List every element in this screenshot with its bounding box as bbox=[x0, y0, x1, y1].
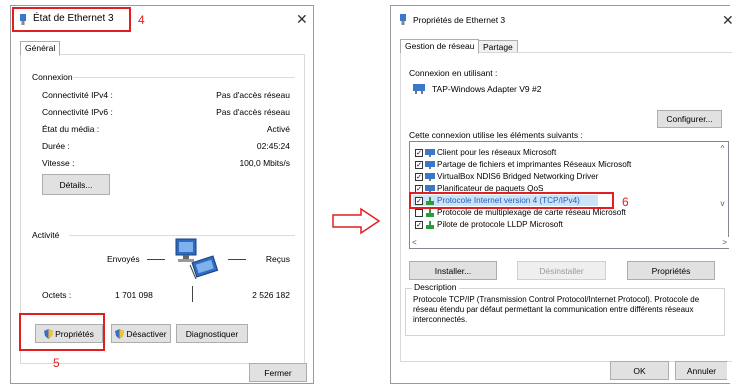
tab-general[interactable]: Général bbox=[20, 41, 61, 56]
divider bbox=[192, 286, 193, 302]
list-item[interactable]: ✓ Client pour les réseaux Microsoft bbox=[415, 147, 556, 158]
bytes-received-value: 2 526 182 bbox=[252, 290, 290, 300]
speed-value: 100,0 Mbits/s bbox=[239, 158, 290, 168]
diagnose-button[interactable]: Diagnostiquer bbox=[176, 324, 248, 343]
disable-button-label: Désactiver bbox=[126, 328, 167, 339]
callout-box-title bbox=[12, 7, 131, 32]
adapter-name: TAP-Windows Adapter V9 #2 bbox=[432, 84, 542, 94]
title-bar: Propriétés de Ethernet 3 ✕ bbox=[391, 6, 734, 32]
ethernet-properties-dialog: Propriétés de Ethernet 3 ✕ Gestion de ré… bbox=[390, 5, 734, 384]
details-button[interactable]: Détails... bbox=[42, 174, 110, 195]
sent-line bbox=[147, 259, 165, 260]
scroll-down-icon[interactable]: v bbox=[717, 199, 728, 208]
network-computers-icon bbox=[175, 238, 219, 280]
network-service-icon bbox=[425, 172, 435, 181]
media-state-label: État du média : bbox=[42, 124, 100, 134]
checkbox[interactable]: ✓ bbox=[415, 172, 423, 181]
protocol-icon bbox=[426, 208, 434, 217]
divider bbox=[69, 235, 295, 236]
ethernet-status-dialog: État de Ethernet 3 ✕ 4 Général Connexion… bbox=[10, 5, 314, 384]
network-adapter-icon bbox=[413, 84, 425, 94]
install-button[interactable]: Installer... bbox=[409, 261, 497, 280]
dialog-title: Propriétés de Ethernet 3 bbox=[413, 15, 506, 25]
items-label: Cette connexion utilise les éléments sui… bbox=[409, 130, 583, 140]
arrow-right-icon bbox=[332, 207, 381, 235]
checkbox[interactable]: ✓ bbox=[415, 148, 423, 157]
close-button[interactable]: Fermer bbox=[249, 363, 307, 382]
ok-button[interactable]: OK bbox=[610, 361, 669, 380]
checkbox[interactable]: ✓ bbox=[415, 220, 423, 229]
section-connexion: Connexion bbox=[32, 72, 73, 82]
ipv4-value: Pas d'accès réseau bbox=[216, 90, 290, 100]
description-title: Description bbox=[412, 282, 459, 292]
callout-box-properties bbox=[19, 313, 105, 351]
divider bbox=[73, 77, 295, 78]
network-service-icon bbox=[425, 160, 435, 169]
ipv6-value: Pas d'accès réseau bbox=[216, 107, 290, 117]
scroll-left-icon[interactable]: < bbox=[412, 238, 417, 247]
bytes-label: Octets : bbox=[42, 290, 72, 300]
list-item[interactable]: ✓ VirtualBox NDIS6 Bridged Networking Dr… bbox=[415, 171, 598, 182]
network-client-icon bbox=[425, 148, 435, 157]
scroll-up-icon[interactable]: ^ bbox=[717, 144, 728, 153]
properties-button[interactable]: Propriétés bbox=[627, 261, 715, 280]
callout-number: 5 bbox=[53, 356, 60, 370]
uninstall-button: Désinstaller bbox=[517, 261, 606, 280]
callout-box-ipv4 bbox=[409, 192, 614, 209]
protocol-icon bbox=[426, 220, 434, 229]
close-icon[interactable]: ✕ bbox=[722, 12, 734, 29]
section-activite: Activité bbox=[32, 230, 60, 240]
media-state-value: Activé bbox=[266, 124, 290, 134]
ipv6-label: Connectivité IPv6 : bbox=[42, 107, 113, 117]
tab-network[interactable]: Gestion de réseau bbox=[400, 39, 480, 54]
scroll-right-icon[interactable]: > bbox=[722, 238, 727, 247]
sent-label: Envoyés bbox=[107, 254, 140, 264]
checkbox[interactable]: ✓ bbox=[415, 160, 423, 169]
list-item[interactable]: ✓ Partage de fichiers et imprimantes Rés… bbox=[415, 159, 631, 170]
ipv4-label: Connectivité IPv4 : bbox=[42, 90, 113, 100]
configure-button[interactable]: Configurer... bbox=[657, 110, 722, 128]
description-text: Protocole TCP/IP (Transmission Control P… bbox=[413, 295, 700, 324]
list-item[interactable]: ✓ Pilote de protocole LLDP Microsoft bbox=[415, 219, 563, 230]
shield-icon bbox=[115, 328, 125, 339]
bytes-sent-value: 1 701 098 bbox=[115, 290, 153, 300]
duration-label: Durée : bbox=[42, 141, 70, 151]
connect-using-label: Connexion en utilisant : bbox=[409, 68, 498, 78]
received-label: Reçus bbox=[265, 254, 290, 264]
network-adapter-icon bbox=[400, 14, 406, 25]
speed-label: Vitesse : bbox=[42, 158, 75, 168]
disable-button[interactable]: Désactiver bbox=[111, 324, 171, 343]
checkbox[interactable] bbox=[415, 208, 423, 217]
vertical-scrollbar[interactable]: ^ v bbox=[717, 142, 728, 237]
horizontal-scrollbar[interactable]: < > bbox=[410, 237, 729, 248]
callout-number: 4 bbox=[138, 13, 145, 27]
received-line bbox=[228, 259, 246, 260]
duration-value: 02:45:24 bbox=[256, 141, 290, 151]
cancel-button[interactable]: Annuler bbox=[675, 361, 727, 380]
callout-number: 6 bbox=[622, 195, 629, 209]
close-icon[interactable]: ✕ bbox=[296, 11, 308, 28]
